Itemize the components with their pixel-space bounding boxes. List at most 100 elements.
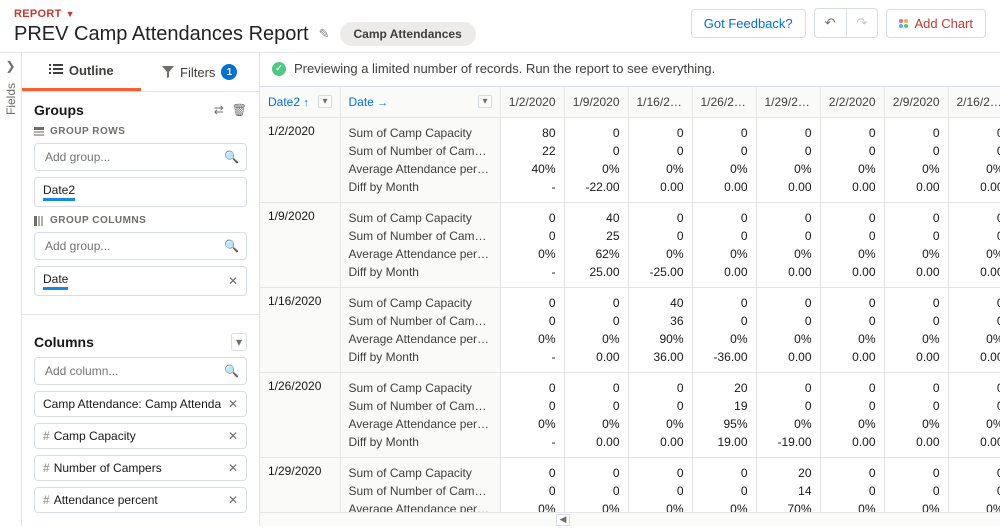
fields-rail: ❯ Fields [0, 53, 22, 526]
column-menu-icon[interactable]: ▾ [478, 95, 491, 108]
search-icon: 🔍 [224, 150, 239, 164]
remove-pill-icon[interactable]: ✕ [228, 429, 238, 443]
data-cell: 000%0.00 [692, 457, 756, 512]
add-group-col-input[interactable] [34, 232, 247, 260]
data-cell: 000%0.00 [820, 287, 884, 372]
row-metrics: Sum of Camp CapacitySum of Number of Cam… [340, 457, 500, 512]
data-cell: 000%0.00 [884, 287, 948, 372]
data-cell: 000%0.00 [692, 117, 756, 202]
col-header-date2[interactable]: Date2 ↑▾ [260, 87, 340, 117]
group-col-pill-date[interactable]: Date ✕ [34, 266, 247, 296]
row-group-label[interactable]: 1/26/2020 [260, 372, 340, 457]
data-cell: 000%0.00 [628, 457, 692, 512]
data-cell: 000%0.00 [884, 457, 948, 512]
col-header-date-val[interactable]: 2/2/2020 [820, 87, 884, 117]
report-grid[interactable]: Date2 ↑▾Date →▾1/2/20201/9/20201/16/2020… [260, 86, 1000, 512]
data-cell: 000%0.00 [756, 202, 820, 287]
row-group-label[interactable]: 1/2/2020 [260, 117, 340, 202]
row-group-label[interactable]: 1/9/2020 [260, 202, 340, 287]
data-cell: 000%0.00 [948, 287, 1000, 372]
data-cell: 000%0.00 [692, 202, 756, 287]
data-cell: 000%-36.00 [692, 287, 756, 372]
row-group-label[interactable]: 1/16/2020 [260, 287, 340, 372]
pill-label: Date [43, 272, 68, 290]
group-rows-text: GROUP ROWS [50, 126, 125, 137]
expand-fields-icon[interactable]: ❯ [5, 59, 15, 73]
data-cell: 000%0.00 [948, 457, 1000, 512]
preview-message: Previewing a limited number of records. … [294, 61, 715, 76]
tab-outline[interactable]: Outline [22, 53, 141, 91]
col-header-date-val[interactable]: 1/16/2020 [628, 87, 692, 117]
search-icon: 🔍 [224, 239, 239, 253]
data-cell: 402562%25.00 [564, 202, 628, 287]
add-column-input[interactable] [34, 357, 247, 385]
data-cell: 000%0.00 [884, 117, 948, 202]
report-type-badge[interactable]: Camp Attendances [340, 22, 476, 46]
remove-pill-icon[interactable]: ✕ [228, 493, 238, 507]
column-menu-icon[interactable]: ▾ [318, 95, 331, 108]
tab-filters[interactable]: Filters 1 [141, 53, 260, 91]
preview-banner: ✓ Previewing a limited number of records… [260, 53, 1000, 86]
row-metrics: Sum of Camp CapacitySum of Number of Cam… [340, 372, 500, 457]
column-pill-0[interactable]: Camp Attendance: Camp Attenda ✕ [34, 391, 247, 417]
scroll-left-icon[interactable]: ◀ [556, 514, 570, 526]
fields-rail-label[interactable]: Fields [4, 83, 18, 115]
breadcrumb[interactable]: REPORT ▼ [14, 8, 679, 20]
remove-pill-icon[interactable]: ✕ [228, 274, 238, 288]
redo-button: ↷ [847, 8, 879, 38]
tab-outline-label: Outline [69, 63, 114, 78]
data-cell: 201995%19.00 [692, 372, 756, 457]
col-header-date-val[interactable]: 1/26/2020 [692, 87, 756, 117]
feedback-button[interactable]: Got Feedback? [691, 9, 806, 38]
data-cell: 000%0.00 [948, 372, 1000, 457]
chart-icon [899, 19, 908, 28]
cols-icon [34, 216, 44, 226]
data-cell: 403690%36.00 [628, 287, 692, 372]
pill-label: Date2 [43, 183, 75, 201]
breadcrumb-label: REPORT [14, 8, 62, 20]
column-pill-1[interactable]: #Camp Capacity ✕ [34, 423, 247, 449]
data-cell: 000%0.00 [948, 117, 1000, 202]
undo-button[interactable]: ↶ [814, 8, 847, 38]
column-pill-2[interactable]: #Number of Campers ✕ [34, 455, 247, 481]
edit-icon[interactable]: ✎ [319, 26, 330, 42]
col-header-date[interactable]: Date →▾ [340, 87, 500, 117]
column-pill-3[interactable]: #Attendance percent ✕ [34, 487, 247, 513]
data-cell: 000%0.00 [628, 117, 692, 202]
data-cell: 000%0.00 [884, 372, 948, 457]
data-cell: 000%0.00 [564, 287, 628, 372]
tab-filters-label: Filters [180, 65, 215, 80]
data-cell: 000%0.00 [628, 372, 692, 457]
data-cell: 000%- [500, 457, 564, 512]
row-metrics: Sum of Camp CapacitySum of Number of Cam… [340, 117, 500, 202]
col-header-date-val[interactable]: 1/2/2020 [500, 87, 564, 117]
add-chart-button[interactable]: Add Chart [886, 9, 986, 38]
group-row-pill-date2[interactable]: Date2 [34, 177, 247, 207]
col-header-date-val[interactable]: 1/9/2020 [564, 87, 628, 117]
data-cell: 000%-19.00 [756, 372, 820, 457]
feedback-label: Got Feedback? [704, 16, 793, 31]
sidebar: Outline Filters 1 Groups ⇄ 🗑 GROUP ROWS [22, 53, 260, 526]
swap-icon[interactable]: ⇄ [214, 103, 224, 117]
divider [22, 314, 259, 315]
horizontal-scrollbar[interactable]: ◀ [260, 512, 1000, 526]
data-cell: 000%-14.00 [820, 457, 884, 512]
hash-icon: # [43, 461, 50, 475]
col-header-date-val[interactable]: 2/9/2020 [884, 87, 948, 117]
col-header-date-val[interactable]: 2/16/2020 [948, 87, 1000, 117]
group-cols-label: GROUP COLUMNS [34, 215, 247, 226]
remove-pill-icon[interactable]: ✕ [228, 461, 238, 475]
remove-pill-icon[interactable]: ✕ [228, 397, 238, 411]
row-metrics: Sum of Camp CapacitySum of Number of Cam… [340, 287, 500, 372]
hash-icon: # [43, 493, 50, 507]
data-cell: 000%-25.00 [628, 202, 692, 287]
caret-down-icon: ▼ [66, 9, 75, 19]
outline-icon [49, 63, 63, 78]
row-group-label[interactable]: 1/29/2020 [260, 457, 340, 512]
add-chart-label: Add Chart [914, 16, 973, 31]
col-header-date-val[interactable]: 1/29/2020 [756, 87, 820, 117]
add-group-row-input[interactable] [34, 143, 247, 171]
columns-menu-icon[interactable]: ▾ [231, 333, 247, 351]
delete-groups-icon[interactable]: 🗑 [232, 103, 247, 117]
filter-count-badge: 1 [221, 64, 237, 80]
